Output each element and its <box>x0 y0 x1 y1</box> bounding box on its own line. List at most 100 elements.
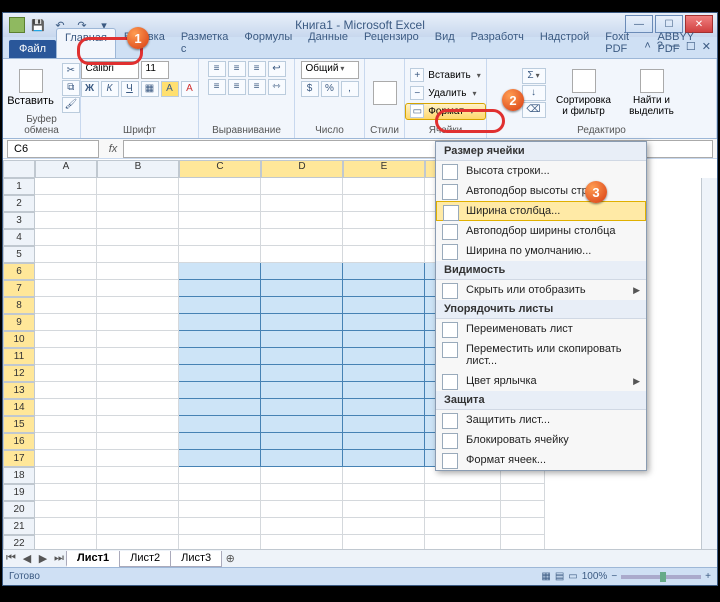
number-format-combo[interactable]: Общий <box>301 61 359 79</box>
cell[interactable] <box>261 178 343 195</box>
cell[interactable] <box>35 263 97 280</box>
row-header-10[interactable]: 10 <box>3 331 35 348</box>
sort-filter-button[interactable]: Сортировка и фильтр <box>552 67 616 119</box>
italic-button[interactable]: К <box>101 81 119 97</box>
row-header-16[interactable]: 16 <box>3 433 35 450</box>
cell[interactable] <box>343 501 425 518</box>
cell[interactable] <box>261 484 343 501</box>
zoom-slider[interactable] <box>621 575 701 579</box>
cell[interactable] <box>501 518 545 535</box>
sheet-nav-first-icon[interactable]: ⏮ <box>3 552 19 565</box>
cell[interactable] <box>261 314 343 331</box>
row-header-1[interactable]: 1 <box>3 178 35 195</box>
cell[interactable] <box>343 467 425 484</box>
sheet-nav-next-icon[interactable]: ▶ <box>35 552 51 565</box>
menu-item[interactable]: Скрыть или отобразить▶ <box>436 280 646 300</box>
cell[interactable] <box>35 518 97 535</box>
cell[interactable] <box>343 178 425 195</box>
cell[interactable] <box>35 314 97 331</box>
save-icon[interactable]: 💾 <box>29 16 47 34</box>
cell[interactable] <box>179 229 261 246</box>
cell[interactable] <box>35 280 97 297</box>
view-layout-icon[interactable]: ▤ <box>555 571 564 582</box>
menu-item[interactable]: Блокировать ячейку <box>436 430 646 450</box>
cell[interactable] <box>425 501 501 518</box>
font-color-button[interactable]: A <box>181 81 199 97</box>
menu-item[interactable]: Высота строки... <box>436 161 646 181</box>
cell[interactable] <box>97 263 179 280</box>
percent-icon[interactable]: % <box>321 81 339 97</box>
cell[interactable] <box>97 416 179 433</box>
cell[interactable] <box>425 484 501 501</box>
ribbon-tab-9[interactable]: Foxit PDF <box>597 28 649 58</box>
help-icon[interactable]: ? <box>657 40 663 53</box>
border-button[interactable]: ▦ <box>141 81 159 97</box>
cell[interactable] <box>179 178 261 195</box>
ribbon-tab-3[interactable]: Формулы <box>236 28 300 58</box>
doc-close-icon[interactable]: ✕ <box>702 40 711 53</box>
comma-icon[interactable]: , <box>341 81 359 97</box>
font-size-combo[interactable]: 11 <box>141 61 169 79</box>
cell[interactable] <box>97 467 179 484</box>
align-bottom-icon[interactable]: ≡ <box>248 61 266 77</box>
cell[interactable] <box>97 314 179 331</box>
align-center-icon[interactable]: ≡ <box>228 79 246 95</box>
cell[interactable] <box>97 518 179 535</box>
cell[interactable] <box>261 212 343 229</box>
cell[interactable] <box>343 348 425 365</box>
name-box[interactable] <box>7 140 99 158</box>
format-painter-icon[interactable]: 🖌 <box>62 97 80 113</box>
cell[interactable] <box>35 535 97 549</box>
col-header-B[interactable]: B <box>97 160 179 178</box>
font-name-combo[interactable]: Calibri <box>81 61 139 79</box>
cell[interactable] <box>343 314 425 331</box>
cell[interactable] <box>343 365 425 382</box>
cell[interactable] <box>179 399 261 416</box>
row-header-21[interactable]: 21 <box>3 518 35 535</box>
cell[interactable] <box>179 314 261 331</box>
menu-item[interactable]: Переименовать лист <box>436 319 646 339</box>
row-header-8[interactable]: 8 <box>3 297 35 314</box>
cell[interactable] <box>179 467 261 484</box>
ribbon-tab-4[interactable]: Данные <box>300 28 356 58</box>
align-top-icon[interactable]: ≡ <box>208 61 226 77</box>
cell[interactable] <box>97 535 179 549</box>
zoom-in-button[interactable]: + <box>705 571 711 582</box>
cell[interactable] <box>425 518 501 535</box>
cell[interactable] <box>97 280 179 297</box>
cell[interactable] <box>261 229 343 246</box>
align-left-icon[interactable]: ≡ <box>208 79 226 95</box>
cell[interactable] <box>179 501 261 518</box>
merge-icon[interactable]: ⇿ <box>268 79 286 95</box>
cell[interactable] <box>97 484 179 501</box>
cell[interactable] <box>35 229 97 246</box>
cell[interactable] <box>179 518 261 535</box>
cell[interactable] <box>179 246 261 263</box>
doc-minimize-icon[interactable]: — <box>669 40 680 53</box>
col-header-A[interactable]: A <box>35 160 97 178</box>
cell[interactable] <box>261 467 343 484</box>
underline-button[interactable]: Ч <box>121 81 139 97</box>
bold-button[interactable]: Ж <box>81 81 99 97</box>
cell[interactable] <box>97 212 179 229</box>
row-header-15[interactable]: 15 <box>3 416 35 433</box>
cell[interactable] <box>261 331 343 348</box>
cell[interactable] <box>261 195 343 212</box>
cell[interactable] <box>261 450 343 467</box>
ribbon-tab-5[interactable]: Рецензиро <box>356 28 427 58</box>
menu-item[interactable]: Автоподбор ширины столбца <box>436 221 646 241</box>
zoom-level[interactable]: 100% <box>582 571 608 582</box>
format-cells-button[interactable]: ▭Формат <box>405 103 485 120</box>
cell[interactable] <box>343 280 425 297</box>
cell[interactable] <box>343 450 425 467</box>
cell[interactable] <box>343 212 425 229</box>
cell[interactable] <box>97 433 179 450</box>
align-right-icon[interactable]: ≡ <box>248 79 266 95</box>
row-header-18[interactable]: 18 <box>3 467 35 484</box>
cell[interactable] <box>97 229 179 246</box>
cell[interactable] <box>261 382 343 399</box>
fx-icon[interactable]: fx <box>103 143 123 155</box>
cell[interactable] <box>97 246 179 263</box>
cell[interactable] <box>35 348 97 365</box>
cell[interactable] <box>35 450 97 467</box>
